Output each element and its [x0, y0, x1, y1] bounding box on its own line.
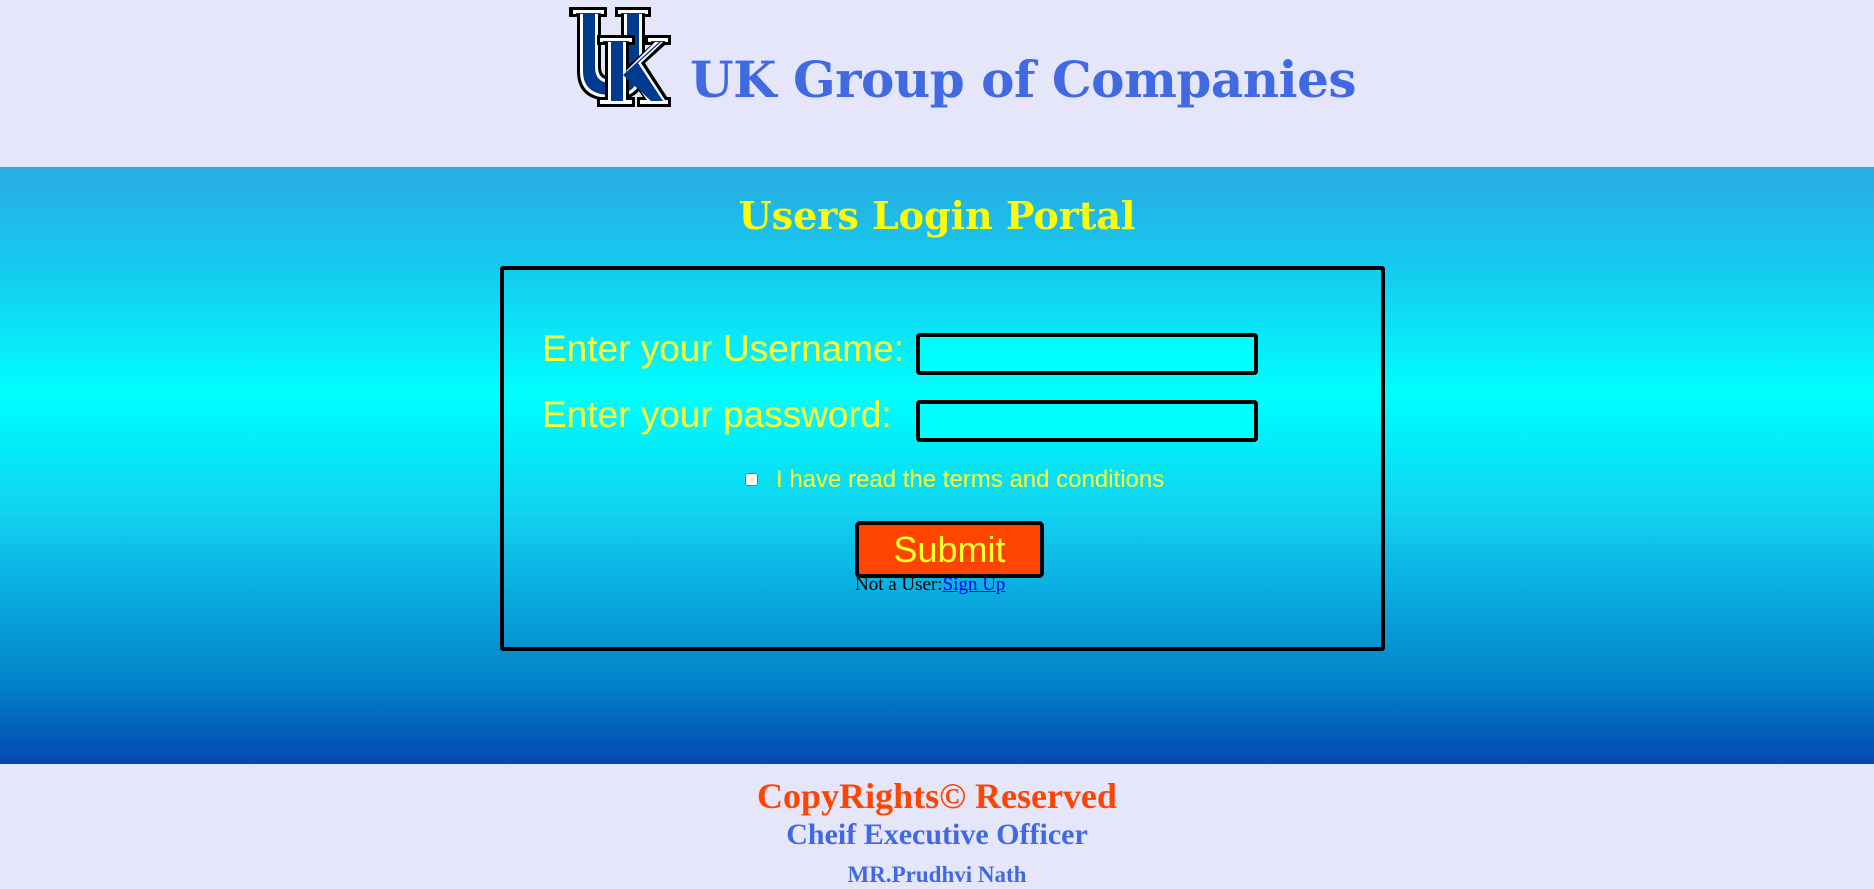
password-label: Enter your password: — [542, 394, 892, 435]
terms-label: I have read the terms and conditions — [776, 466, 1165, 493]
portal-title: Users Login Portal — [738, 193, 1136, 238]
username-input[interactable] — [916, 333, 1258, 375]
terms-checkbox[interactable] — [745, 473, 758, 486]
uk-logo — [569, 7, 671, 107]
site-header: UK Group of Companies — [0, 0, 1874, 167]
submit-button[interactable]: Submit — [855, 521, 1044, 578]
site-footer: CopyRights© Reserved Cheif Executive Off… — [0, 764, 1874, 889]
signup-row: Not a User:Sign Up — [855, 574, 1005, 596]
login-section: Users Login Portal Enter your Username: … — [0, 167, 1874, 764]
not-user-text: Not a User: — [855, 574, 943, 595]
username-label: Enter your Username: — [542, 328, 904, 369]
company-title: UK Group of Companies — [690, 50, 1357, 109]
password-input[interactable] — [916, 400, 1258, 442]
ceo-name: MR.Prudhvi Nath — [847, 862, 1027, 887]
ceo-title: Cheif Executive Officer — [786, 818, 1088, 851]
login-form: Enter your Username: Enter your password… — [500, 266, 1385, 651]
signup-link[interactable]: Sign Up — [943, 574, 1006, 595]
copyright-text: CopyRights© Reserved — [757, 776, 1117, 816]
